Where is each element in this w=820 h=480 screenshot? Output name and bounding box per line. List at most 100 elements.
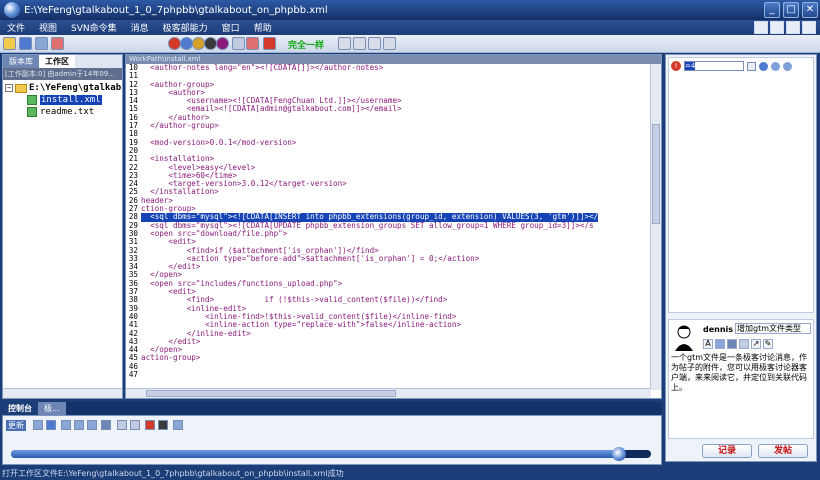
settings-icon[interactable] <box>739 339 749 349</box>
search-icon[interactable] <box>117 420 127 430</box>
message-list: ! =4 <box>668 57 814 313</box>
app-logo-icon <box>4 2 20 18</box>
tool-icon-4[interactable] <box>74 420 84 430</box>
tree-item-install[interactable]: install.xml <box>5 94 122 106</box>
title-bar: E:\YeFeng\gtalkabout_1_0_7phpbb\gtalkabo… <box>0 0 820 20</box>
code-line[interactable]: 43 </edit> <box>126 337 651 346</box>
horizontal-scrollbar[interactable] <box>126 388 651 398</box>
menu-help[interactable]: 帮助 <box>247 21 279 34</box>
code-line[interactable]: 46 <box>126 362 651 371</box>
prev-diff-icon[interactable] <box>338 37 351 50</box>
code-line[interactable]: 34 </edit> <box>126 262 651 271</box>
tab-console[interactable]: 控制台 <box>2 402 38 415</box>
erase-icon[interactable] <box>158 420 168 430</box>
open-folder-icon[interactable] <box>3 37 16 50</box>
tool-icon-6[interactable] <box>101 420 111 430</box>
export-icon[interactable] <box>263 37 276 50</box>
flag-icon[interactable] <box>145 420 155 430</box>
subject-input[interactable]: 增加gtm文件类型 <box>735 323 811 334</box>
scroll-thumb[interactable] <box>652 124 660 224</box>
zoom-icon[interactable] <box>130 420 140 430</box>
tab-repository[interactable]: 版本库 <box>3 55 39 68</box>
menu-message[interactable]: 消息 <box>124 21 156 34</box>
window-icon[interactable] <box>35 37 48 50</box>
status-bar: 打开工作区文件E:\YeFeng\gtalkabout_1_0_7phpbb\g… <box>0 467 820 480</box>
code-line[interactable]: 10 <author-notes lang="en"><![CDATA[]]><… <box>126 64 651 72</box>
copy-icon[interactable] <box>368 37 381 50</box>
tab-geek[interactable]: 极... <box>38 402 66 415</box>
code-line[interactable]: 30 <open src="download/file.php"> <box>126 229 651 238</box>
id-input[interactable]: =4 <box>684 61 744 71</box>
forward-icon[interactable] <box>783 61 792 71</box>
collapse-icon[interactable]: − <box>5 84 13 92</box>
code-line[interactable]: 47 <box>126 370 651 379</box>
code-area[interactable]: 10 <author-notes lang="en"><![CDATA[]]><… <box>126 64 651 390</box>
code-line[interactable]: 17 </author-group> <box>126 121 651 131</box>
vertical-scrollbar[interactable] <box>650 64 661 390</box>
code-line[interactable]: 19 <mod-version>0.0.1</mod-version> <box>126 138 651 147</box>
tab-workspace[interactable]: 工作区 <box>39 55 75 68</box>
undo-icon[interactable] <box>383 37 396 50</box>
tool-icon-1[interactable] <box>33 420 43 430</box>
save-icon[interactable] <box>19 37 32 50</box>
star-icon[interactable] <box>759 61 768 71</box>
code-line[interactable]: 33 <action type="before-add">$attachment… <box>126 254 651 263</box>
code-line[interactable]: 36 <open src="includes/functions_upload.… <box>126 279 651 288</box>
progress-knob[interactable] <box>612 447 626 461</box>
text-file-icon <box>27 107 37 117</box>
image-icon[interactable] <box>715 339 725 349</box>
code-text: </author-group> <box>141 121 219 131</box>
layout-list-icon[interactable] <box>754 21 768 34</box>
maximize-icon[interactable]: □ <box>783 2 799 18</box>
tool-icon-5[interactable] <box>87 420 97 430</box>
menu-view[interactable]: 视图 <box>32 21 64 34</box>
bookmark-icon[interactable] <box>216 37 229 50</box>
scroll-thumb[interactable] <box>146 390 396 397</box>
code-line[interactable]: 42 </inline-edit> <box>126 329 651 338</box>
code-line[interactable]: 26 header> <box>126 196 651 205</box>
avatar <box>675 325 693 351</box>
tree-root[interactable]: − E:\YeFeng\gtalkab <box>5 82 122 94</box>
layout-tile-icon[interactable] <box>786 21 800 34</box>
editor-path: WorkPath\install.xml <box>126 55 661 64</box>
menu-svn[interactable]: SVN命令集 <box>64 21 124 34</box>
file-tree: − E:\YeFeng\gtalkab install.xml readme.t… <box>3 80 122 118</box>
code-line[interactable]: 44 </open> <box>126 345 651 354</box>
filter-icon[interactable] <box>51 37 64 50</box>
layout-split-icon[interactable] <box>770 21 784 34</box>
font-icon[interactable]: A <box>703 339 713 349</box>
back-icon[interactable] <box>771 61 780 71</box>
code-icon[interactable] <box>727 339 737 349</box>
calendar-icon[interactable] <box>173 420 183 430</box>
record-button[interactable]: 记录 <box>702 444 752 458</box>
tree-item-label: readme.txt <box>40 107 95 117</box>
discussion-panel: ! =4 dennis 增加gtm文件类型 A ↗ ✎ 一个gtm文件是一条极客… <box>665 54 817 462</box>
code-editor[interactable]: WorkPath\install.xml 10 <author-notes la… <box>125 54 662 399</box>
pencil-icon[interactable]: ✎ <box>763 339 773 349</box>
search-icon[interactable] <box>232 37 245 50</box>
folder-icon <box>15 83 27 93</box>
progress-fill <box>11 450 619 458</box>
tree-item-readme[interactable]: readme.txt <box>5 106 122 118</box>
horizontal-scrollbar[interactable] <box>3 388 122 398</box>
code-line[interactable]: 45 action-group> <box>126 354 651 363</box>
menu-geek[interactable]: 极客部能力 <box>156 21 215 34</box>
close-icon[interactable]: ✕ <box>802 2 818 18</box>
menu-file[interactable]: 文件 <box>0 21 32 34</box>
xml-file-icon <box>27 95 37 105</box>
layout-expand-icon[interactable] <box>802 21 816 34</box>
message-body[interactable]: 一个gtm文件是一条极客讨论消息，作为帖子的附件，您可以用极客讨论器客户端，来来… <box>671 353 811 437</box>
menu-window[interactable]: 窗口 <box>215 21 247 34</box>
minimize-icon[interactable]: _ <box>764 2 780 18</box>
user-name: dennis <box>703 325 734 334</box>
tool-icon-2[interactable] <box>46 420 56 430</box>
compare-icon[interactable] <box>246 37 259 50</box>
tool-icon-3[interactable] <box>61 420 71 430</box>
alert-icon[interactable]: ! <box>671 61 681 71</box>
update-label[interactable]: 更新 <box>6 420 26 431</box>
post-button[interactable]: 发帖 <box>758 444 808 458</box>
arrow-icon[interactable]: ↗ <box>751 339 761 349</box>
code-line[interactable]: 25 </installation> <box>126 188 651 197</box>
dropdown-icon[interactable] <box>747 61 756 71</box>
next-diff-icon[interactable] <box>353 37 366 50</box>
